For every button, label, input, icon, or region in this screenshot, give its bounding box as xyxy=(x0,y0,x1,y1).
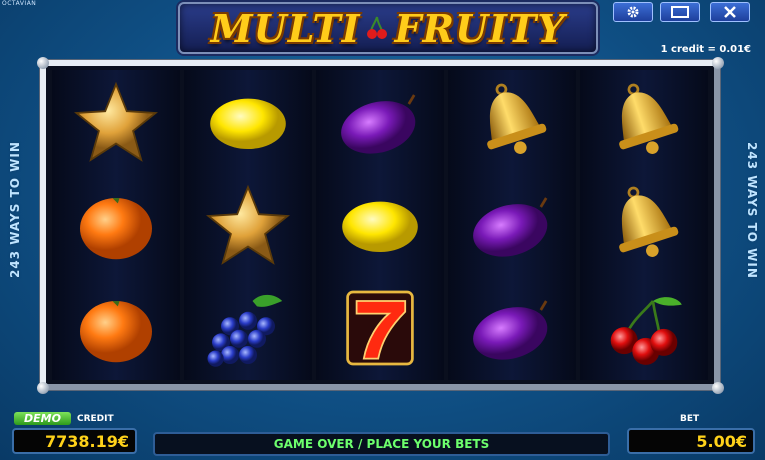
settings-button[interactable] xyxy=(613,2,653,22)
status-message: GAME OVER / PLACE YOUR BETS xyxy=(153,432,610,456)
logo-cherry-icon xyxy=(367,16,388,39)
reel-symbol xyxy=(52,277,180,380)
grapes-icon xyxy=(207,295,283,368)
plum-icon xyxy=(341,93,416,154)
reel-3 xyxy=(316,70,444,380)
reel-symbol xyxy=(580,277,708,380)
credit-label: CREDIT xyxy=(77,414,114,424)
screw-icon xyxy=(712,382,724,394)
ways-to-win-left: 243 WAYS TO WIN xyxy=(8,141,22,279)
screw-icon xyxy=(37,382,49,394)
reel-symbol xyxy=(52,173,180,276)
plum-icon xyxy=(473,197,548,257)
lemon-icon xyxy=(342,201,418,252)
reel-symbol xyxy=(184,277,312,380)
reel-2 xyxy=(184,70,312,380)
bell-icon xyxy=(487,83,547,154)
reels-frame xyxy=(40,60,720,390)
reel-symbol xyxy=(580,70,708,173)
reel-symbol xyxy=(448,277,576,380)
reel-symbol xyxy=(316,173,444,276)
bet-amount: 5.00€ xyxy=(696,431,747,451)
reels-grid xyxy=(52,70,708,380)
credit-value-text: 1 credit = 0.01€ xyxy=(660,44,751,55)
ways-to-win-right: 243 WAYS TO WIN xyxy=(745,141,759,279)
bet-panel[interactable]: 5.00€ xyxy=(627,428,755,454)
credit-amount: 7738.19€ xyxy=(44,431,129,451)
plum-icon xyxy=(473,300,548,360)
screw-icon xyxy=(712,57,724,69)
reel-1 xyxy=(52,70,180,380)
bell-icon xyxy=(619,186,679,257)
star-icon xyxy=(206,184,290,265)
brand-label: OCTAVIAN xyxy=(2,0,37,7)
reel-symbol xyxy=(184,173,312,276)
bell-icon xyxy=(619,83,679,154)
reel-5 xyxy=(580,70,708,380)
screw-icon xyxy=(37,57,49,69)
reel-symbol xyxy=(448,70,576,173)
reel-symbol xyxy=(316,70,444,173)
reel-symbol xyxy=(184,70,312,173)
orange-icon xyxy=(80,301,152,363)
reel-symbol xyxy=(316,277,444,380)
lemon-icon xyxy=(210,98,286,149)
window-icon xyxy=(671,6,689,18)
star-icon xyxy=(74,81,158,162)
orange-icon xyxy=(80,197,152,260)
window-button[interactable] xyxy=(660,2,700,22)
bet-label: BET xyxy=(680,414,700,424)
reel-4 xyxy=(448,70,576,380)
reel-symbol xyxy=(52,70,180,173)
close-button[interactable] xyxy=(710,2,750,22)
close-icon xyxy=(724,6,736,18)
cherries-icon xyxy=(610,297,682,366)
reel-symbol xyxy=(448,173,576,276)
game-logo: MULTI FRUITY xyxy=(178,2,598,54)
logo-word-2: FRUITY xyxy=(394,5,566,51)
gear-icon xyxy=(627,6,639,18)
demo-badge: DEMO xyxy=(14,412,71,425)
logo-word-1: MULTI xyxy=(210,5,361,51)
reel-symbol xyxy=(580,173,708,276)
seven-icon xyxy=(346,290,414,366)
credit-panel: 7738.19€ xyxy=(12,428,137,454)
